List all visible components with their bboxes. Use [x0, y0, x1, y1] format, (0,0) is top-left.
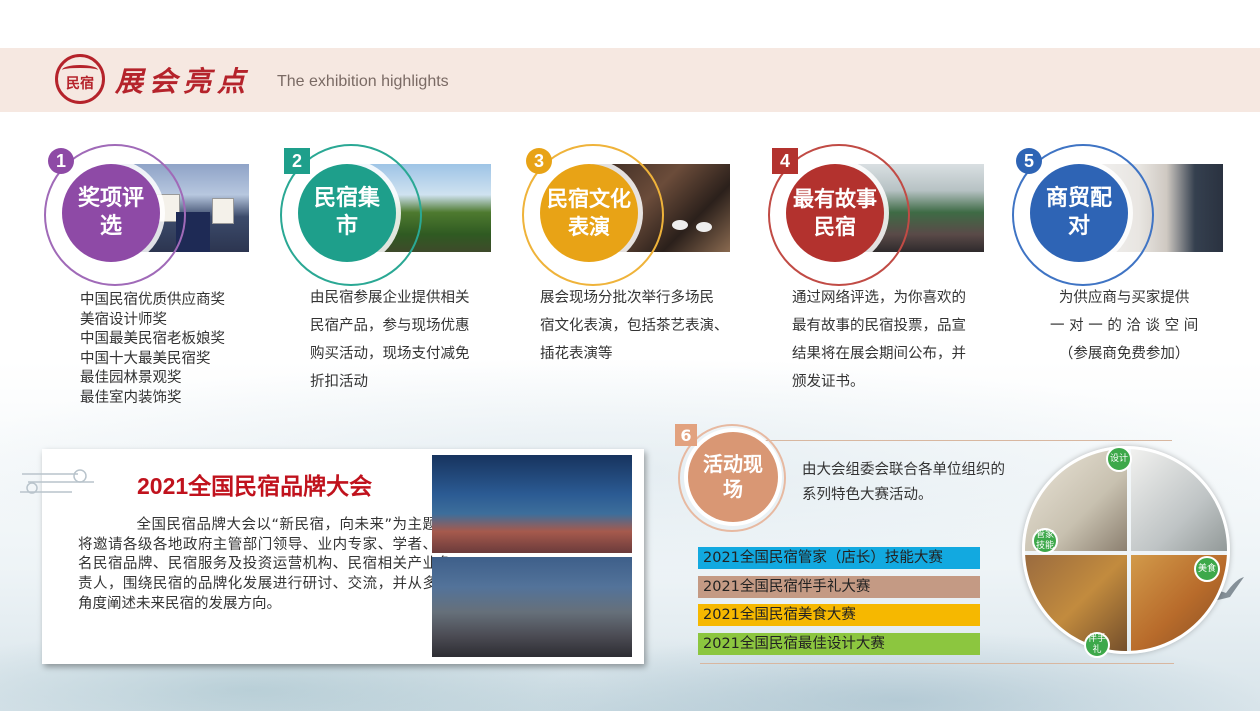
culture-description: 展会现场分批次举行多场民 宿文化表演，包括茶艺表演、 插花表演等 — [540, 284, 729, 368]
desc-line: 由民宿参展企业提供相关 — [310, 290, 470, 306]
cloud-swirl-icon — [20, 469, 94, 494]
gift-photo — [1025, 555, 1127, 651]
logo-text: 民宿 — [66, 76, 94, 92]
desc-line: 颁发证书。 — [792, 374, 865, 390]
desc-line: 一 对 一 的 洽 谈 空 间 — [1050, 318, 1199, 334]
activity-description: 由大会组委会联合各单位组织的 系列特色大赛活动。 — [802, 458, 1005, 508]
feature-bubble: 奖项评选 — [62, 164, 160, 262]
award-list: 中国民宿优质供应商奖 美宿设计师奖 中国最美民宿老板娘奖 中国十大最美民宿奖 最… — [80, 291, 225, 408]
contest-butler: 2021全国民宿管家（店长）技能大赛 — [698, 547, 980, 569]
feature-number-badge: 3 — [526, 148, 552, 174]
feature-award-selection: 奖项评选 1 — [44, 144, 259, 289]
feature-number-badge: 4 — [772, 148, 798, 174]
activity-bubble: 活动现场 — [688, 432, 778, 522]
feature-number-badge: 1 — [48, 148, 74, 174]
feature-bubble: 民宿集市 — [298, 164, 396, 262]
award-item: 中国十大最美民宿奖 — [80, 350, 211, 367]
food-tag: 美食 — [1194, 556, 1220, 582]
desc-line: 结果将在展会期间公布，并 — [792, 346, 966, 362]
teacup-icon — [696, 222, 712, 232]
conference-stage-photo — [432, 455, 632, 553]
contest-food: 2021全国民宿美食大赛 — [698, 604, 980, 626]
desc-line: 由大会组委会联合各单位组织的 — [802, 462, 1005, 478]
feature-culture-show: 民宿文化表演 3 — [522, 144, 737, 289]
divider-bottom — [700, 663, 1174, 664]
feature-story-homestay: 最有故事民宿 4 — [768, 144, 988, 289]
feature-bubble: 民宿文化表演 — [540, 164, 638, 262]
design-tag: 设计 — [1106, 446, 1132, 472]
certificate-icon — [212, 198, 234, 224]
logo: 民宿 — [55, 54, 105, 104]
divider-top — [740, 440, 1172, 441]
feature-bubble: 最有故事民宿 — [786, 164, 884, 262]
desc-line: （参展商免费参加） — [1058, 346, 1190, 362]
desc-line: 系列特色大赛活动。 — [802, 487, 933, 503]
gift-tag: 伴手礼 — [1084, 632, 1110, 658]
feature-number-badge: 2 — [284, 148, 310, 174]
feature-homestay-market: 民宿集市 2 — [280, 144, 495, 289]
award-item: 美宿设计师奖 — [80, 311, 167, 328]
contest-gift: 2021全国民宿伴手礼大赛 — [698, 576, 980, 598]
desc-line: 最有故事的民宿投票，品宣 — [792, 318, 966, 334]
page-subtitle: The exhibition highlights — [277, 73, 449, 90]
feature-trade-matching: 商贸配对 5 — [1012, 144, 1227, 289]
brand-conference-card: 2021全国民宿品牌大会 全国民宿品牌大会以“新民宿，向未来”为主题，将邀请各级… — [42, 449, 644, 664]
page-title: 展会亮点 — [115, 65, 252, 98]
desc-line: 通过网络评选，为你喜欢的 — [792, 290, 966, 306]
desc-line: 插花表演等 — [540, 346, 613, 362]
teacup-icon — [672, 220, 688, 230]
desc-line: 民宿产品，参与现场优惠 — [310, 318, 470, 334]
feature-number-badge: 5 — [1016, 148, 1042, 174]
desc-line: 宿文化表演，包括茶艺表演、 — [540, 318, 729, 334]
contest-design: 2021全国民宿最佳设计大赛 — [698, 633, 980, 655]
butler-tag: 管家技能 — [1032, 528, 1058, 554]
story-description: 通过网络评选，为你喜欢的 最有故事的民宿投票，品宣 结果将在展会期间公布，并 颁… — [792, 284, 966, 396]
desc-line: 展会现场分批次举行多场民 — [540, 290, 714, 306]
conference-text: 全国民宿品牌大会以“新民宿，向未来”为主题，将邀请各级各地政府主管部门领导、业内… — [78, 517, 452, 612]
desc-line: 折扣活动 — [310, 374, 368, 390]
award-item: 最佳园林景观奖 — [80, 370, 182, 386]
trade-description: 为供应商与买家提供 一 对 一 的 洽 谈 空 间 （参展商免费参加） — [1050, 284, 1198, 368]
conference-title: 2021全国民宿品牌大会 — [137, 473, 373, 499]
award-item: 中国最美民宿老板娘奖 — [80, 331, 225, 347]
feature-bubble: 商贸配对 — [1030, 164, 1128, 262]
desc-line: 为供应商与买家提供 — [1058, 290, 1190, 306]
desc-line: 购买活动，现场支付减免 — [310, 346, 470, 362]
conference-audience-photo — [432, 557, 632, 657]
award-item: 中国民宿优质供应商奖 — [80, 292, 225, 308]
market-description: 由民宿参展企业提供相关 民宿产品，参与现场优惠 购买活动，现场支付减免 折扣活动 — [310, 284, 470, 396]
feature-number-badge: 6 — [675, 424, 697, 446]
design-photo — [1131, 449, 1227, 551]
award-item: 最佳室内装饰奖 — [80, 389, 182, 406]
